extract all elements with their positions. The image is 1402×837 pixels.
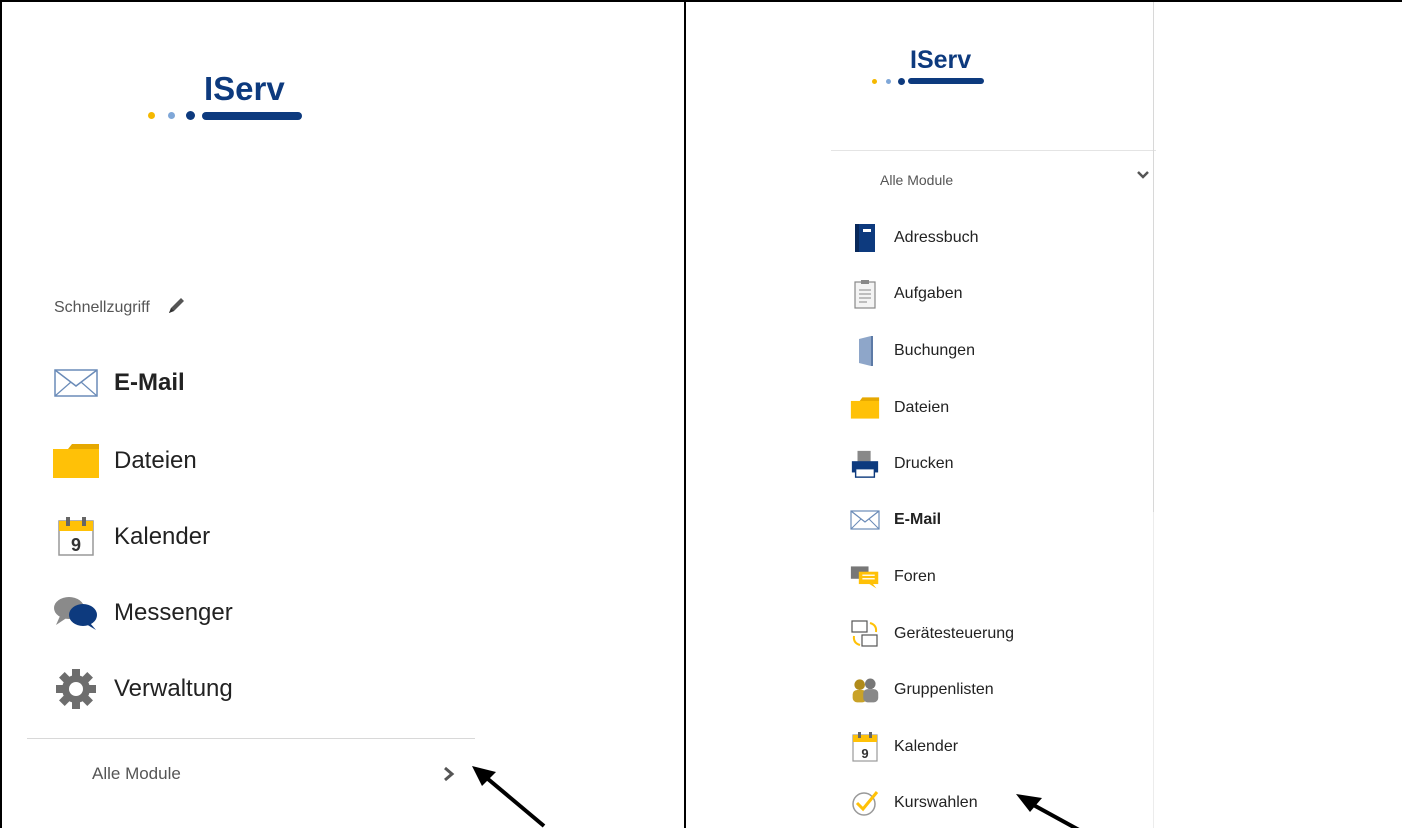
door-icon [850, 336, 880, 366]
module-item-label: Buchungen [894, 342, 975, 359]
module-item-foren[interactable]: Foren [850, 557, 936, 597]
all-modules-toggle-label[interactable]: Alle Module [92, 764, 181, 784]
annotation-arrow [1014, 790, 1094, 837]
chevron-down-icon[interactable] [1136, 168, 1150, 186]
logo-dot-blue [898, 78, 905, 85]
module-item-kurswahlen[interactable]: Kurswahlen [850, 783, 978, 823]
quick-item-dateien[interactable]: Dateien [52, 436, 197, 486]
calendar-icon: 9 [850, 732, 880, 762]
module-item-label: Aufgaben [894, 285, 963, 302]
module-item-label: E-Mail [894, 511, 942, 528]
quick-item-verwaltung[interactable]: Verwaltung [52, 664, 233, 714]
logo-dot-blue [186, 111, 195, 120]
module-item-buchungen[interactable]: Buchungen [850, 331, 975, 371]
pencil-icon[interactable] [166, 294, 188, 321]
module-item-dateien[interactable]: Dateien [850, 388, 949, 428]
all-modules-toggle-label[interactable]: Alle Module [880, 172, 953, 188]
quick-item-label: Messenger [114, 599, 233, 626]
quick-item-messenger[interactable]: Messenger [52, 588, 233, 638]
quick-item-kalender[interactable]: 9 Kalender [52, 512, 210, 562]
module-item-email[interactable]: E-Mail [850, 500, 941, 540]
logo-text: IServ [204, 70, 285, 107]
printer-icon [850, 449, 880, 479]
module-item-label: Gerätesteuerung [894, 625, 1015, 642]
quick-item-label: Kalender [114, 523, 211, 550]
logo-bar [202, 112, 302, 120]
device-control-icon [850, 619, 880, 649]
module-item-label: Foren [894, 568, 936, 585]
group-users-icon [850, 675, 880, 705]
module-item-adressbuch[interactable]: Adressbuch [850, 218, 979, 258]
folder-icon [850, 393, 880, 423]
address-book-icon [850, 223, 880, 253]
chat-bubbles-icon [52, 593, 100, 633]
folder-icon [52, 441, 100, 481]
gear-icon [52, 669, 100, 709]
forum-bubbles-icon [850, 562, 880, 592]
module-item-label: Kalender [894, 738, 959, 755]
divider [27, 738, 475, 739]
screenshot-frame: IServ Schnellzugriff E-Mail Dateien 9 Ka… [0, 0, 1402, 837]
iserv-logo[interactable]: IServ [870, 46, 990, 92]
quick-access-header: Schnellzugriff [54, 294, 188, 321]
left-panel: IServ Schnellzugriff E-Mail Dateien 9 Ka… [2, 2, 684, 828]
module-item-geraetesteuerung[interactable]: Gerätesteuerung [850, 614, 1014, 654]
envelope-icon [850, 505, 880, 535]
module-item-kalender[interactable]: 9 Kalender [850, 727, 958, 767]
annotation-arrow [470, 762, 550, 837]
quick-item-label: Verwaltung [114, 675, 233, 702]
calendar-day-number: 9 [861, 746, 868, 761]
module-item-drucken[interactable]: Drucken [850, 444, 954, 484]
divider [831, 150, 1156, 151]
iserv-logo[interactable]: IServ [146, 70, 306, 128]
logo-dot-yellow [872, 79, 877, 84]
check-circle-icon [850, 788, 880, 818]
logo-dot-lightblue [168, 112, 175, 119]
module-item-gruppenlisten[interactable]: Gruppenlisten [850, 670, 994, 710]
quick-access-label: Schnellzugriff [54, 298, 150, 316]
chevron-right-icon[interactable] [442, 766, 456, 787]
module-item-label: Dateien [894, 399, 950, 416]
logo-bar [908, 78, 984, 84]
module-item-label: Kurswahlen [894, 794, 978, 811]
right-panel: IServ Alle Module Adressbuch Aufgaben Bu… [686, 2, 1402, 837]
quick-item-label: E-Mail [114, 369, 185, 396]
logo-dot-yellow [148, 112, 155, 119]
scrollbar-track-lower [1153, 512, 1154, 828]
clipboard-icon [850, 279, 880, 309]
module-item-aufgaben[interactable]: Aufgaben [850, 274, 963, 314]
scrollbar-track[interactable] [1153, 2, 1154, 512]
quick-item-label: Dateien [114, 447, 197, 474]
logo-text: IServ [910, 46, 972, 74]
calendar-icon: 9 [52, 517, 100, 557]
calendar-day-number: 9 [71, 535, 81, 555]
quick-item-email[interactable]: E-Mail [52, 358, 185, 408]
module-item-label: Gruppenlisten [894, 681, 994, 698]
module-item-label: Drucken [894, 455, 954, 472]
module-item-label: Adressbuch [894, 229, 979, 246]
envelope-icon [52, 363, 100, 403]
logo-dot-lightblue [886, 79, 891, 84]
